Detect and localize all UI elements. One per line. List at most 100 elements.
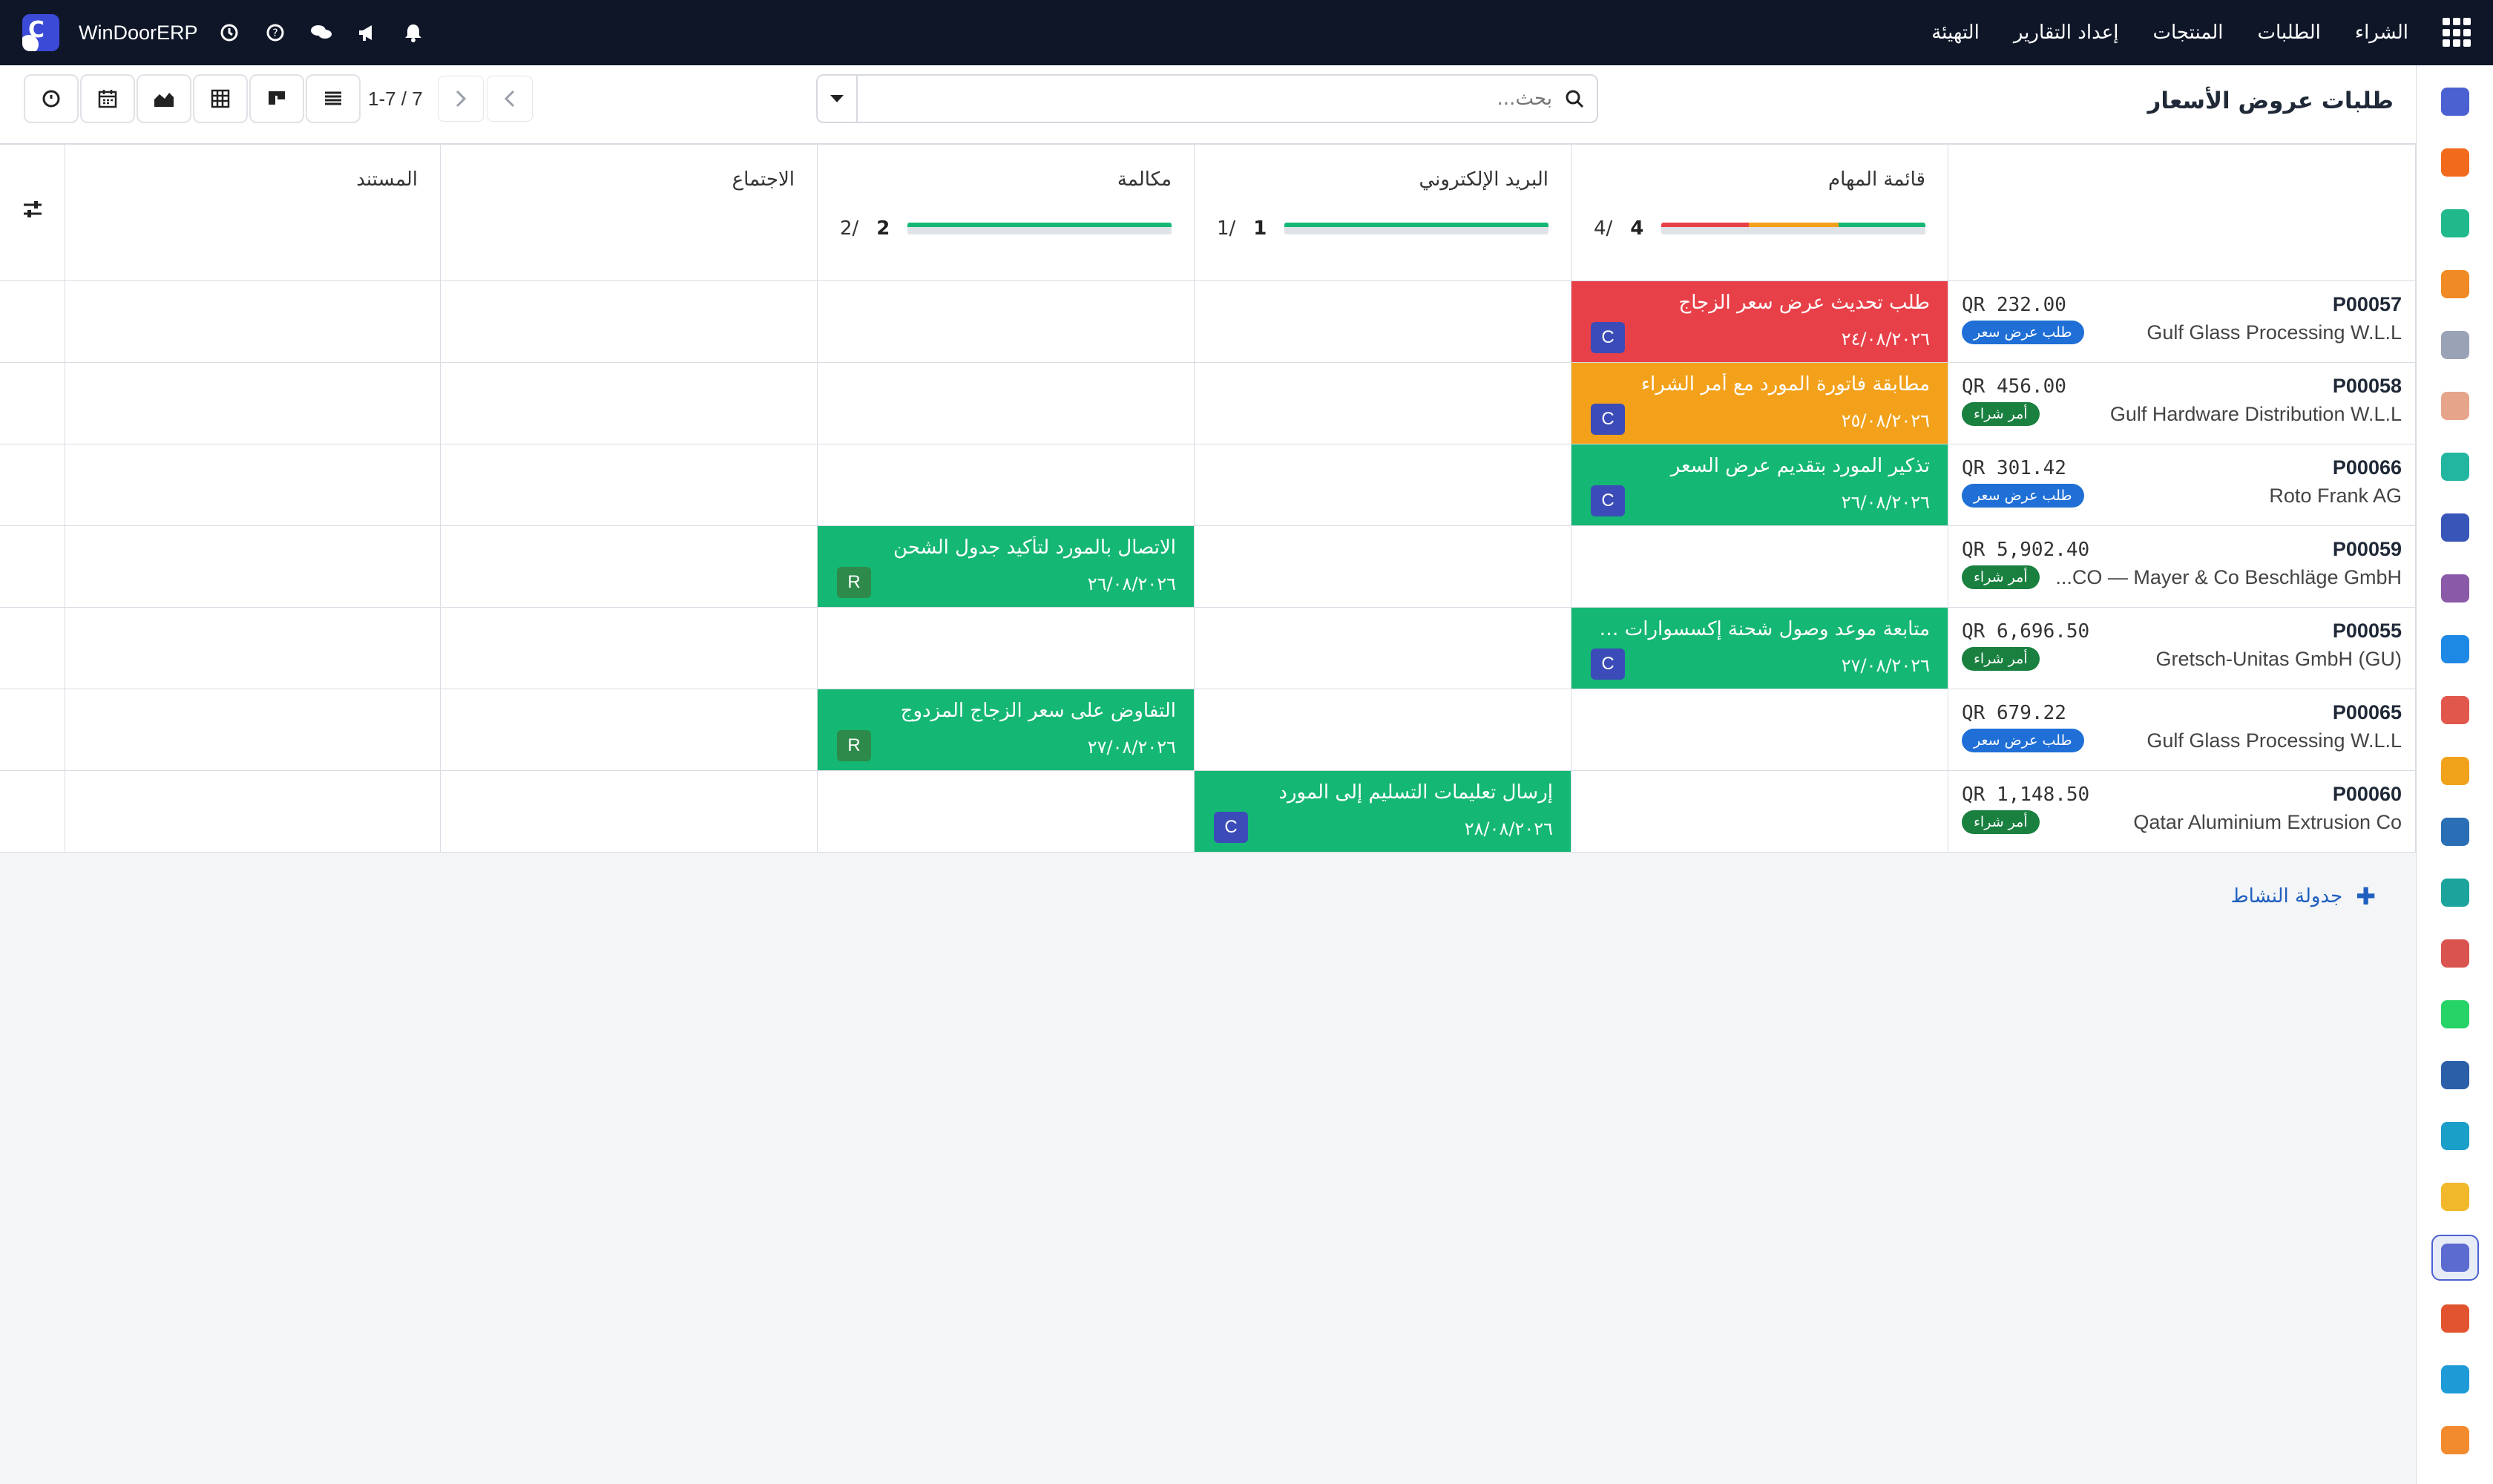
chat-app-icon[interactable]: [2431, 139, 2479, 186]
progress-bar-email[interactable]: [1284, 223, 1548, 234]
user-avatar[interactable]: R: [837, 567, 871, 598]
activity-cell[interactable]: [65, 770, 441, 853]
activity-cell[interactable]: [1194, 280, 1571, 363]
activity-card[interactable]: الاتصال بالمورد لتأكيد جدول الشحن ٢٦/٠٨/٢…: [818, 526, 1194, 607]
menu-configuration[interactable]: التهيئة: [1918, 22, 1993, 44]
progress-bar-todo[interactable]: [1661, 223, 1925, 234]
pager-value[interactable]: 1-7 / 7: [356, 88, 435, 111]
schedule-activity-button[interactable]: ✚ جدولة النشاط: [2231, 882, 2376, 910]
activity-cell[interactable]: التفاوض على سعر الزجاج المزدوج ٢٧/٠٨/٢٠٢٦…: [817, 689, 1195, 771]
activity-cell[interactable]: متابعة موعد وصول شحنة إكسسوارات I-JET...…: [1571, 607, 1948, 689]
user-avatar[interactable]: C: [1591, 649, 1625, 680]
activity-cell[interactable]: الاتصال بالمورد لتأكيد جدول الشحن ٢٦/٠٨/٢…: [817, 525, 1195, 608]
user-avatar[interactable]: C: [1591, 322, 1625, 353]
activity-cell[interactable]: إرسال تعليمات التسليم إلى المورد ٢٨/٠٨/٢٠…: [1194, 770, 1571, 853]
help-icon[interactable]: ?: [260, 18, 290, 47]
website-app-icon[interactable]: [2431, 1113, 2479, 1159]
activity-cell[interactable]: [65, 444, 441, 526]
activity-cell[interactable]: [440, 689, 818, 771]
user-avatar[interactable]: C: [1214, 812, 1248, 843]
pager-prev-button[interactable]: [486, 76, 533, 122]
user-avatar[interactable]: R: [837, 730, 871, 761]
sales-app-icon[interactable]: [2431, 200, 2479, 246]
activity-cell[interactable]: [1571, 770, 1948, 853]
search-input[interactable]: [858, 76, 1552, 122]
user-avatar[interactable]: C: [1591, 404, 1625, 435]
activity-cell[interactable]: [1571, 689, 1948, 771]
clock-icon[interactable]: [214, 18, 244, 47]
activity-cell[interactable]: [440, 607, 818, 689]
dashboard-app-icon[interactable]: [2431, 930, 2479, 976]
column-header-todo[interactable]: قائمة المهام 4 /4: [1571, 144, 1948, 281]
activity-cell[interactable]: [1194, 525, 1571, 608]
record-cell[interactable]: QR 5,902.40 P00059 أمر شراء ...CO — Mayer &…: [1948, 525, 2416, 608]
user-avatar[interactable]: C: [1591, 485, 1625, 516]
record-cell[interactable]: QR 301.42 P00066 طلب عرض سعر Roto Frank AG: [1948, 444, 2416, 526]
activity-cell[interactable]: [440, 770, 818, 853]
studio-app-icon[interactable]: [2431, 1356, 2479, 1402]
search-options-toggle[interactable]: [818, 76, 858, 122]
activity-cell[interactable]: [440, 525, 818, 608]
activity-cell[interactable]: [1571, 525, 1948, 608]
activity-card[interactable]: طلب تحديث عرض سعر الزجاج ٢٤/٠٨/٢٠٢٦ C: [1571, 281, 1948, 362]
manufacturing-app-icon[interactable]: [2431, 1296, 2479, 1342]
search-icon[interactable]: [1552, 76, 1597, 122]
activity-cell[interactable]: [817, 770, 1195, 853]
tasks-app-icon[interactable]: [2431, 444, 2479, 490]
company-name[interactable]: WinDoorERP: [79, 22, 198, 45]
crm-app-icon[interactable]: [2431, 505, 2479, 551]
view-kanban-button[interactable]: [249, 74, 304, 123]
activity-cell[interactable]: [65, 280, 441, 363]
view-activity-button[interactable]: [24, 74, 79, 123]
activity-card[interactable]: مطابقة فاتورة المورد مع أمر الشراء ٢٥/٠٨/…: [1571, 363, 1948, 444]
purchase-app-icon[interactable]: [2431, 1235, 2479, 1281]
record-cell[interactable]: QR 232.00 P00057 طلب عرض سعر Gulf Glass Pro…: [1948, 280, 2416, 363]
products-app-icon[interactable]: [2431, 565, 2479, 611]
activity-cell[interactable]: [65, 607, 441, 689]
activity-cell[interactable]: [1194, 689, 1571, 771]
activity-cell[interactable]: مطابقة فاتورة المورد مع أمر الشراء ٢٥/٠٨/…: [1571, 362, 1948, 444]
record-cell[interactable]: QR 679.22 P00065 طلب عرض سعر Gulf Glass Pro…: [1948, 689, 2416, 771]
progress-bar-call[interactable]: [907, 223, 1172, 234]
record-cell[interactable]: QR 456.00 P00058 أمر شراء Gulf Hardware Dis…: [1948, 362, 2416, 444]
sliders-icon[interactable]: [22, 200, 44, 222]
megaphone-icon[interactable]: [352, 18, 382, 47]
calendar-app-icon[interactable]: [2431, 748, 2479, 794]
activity-cell[interactable]: [1194, 444, 1571, 526]
settings-app-icon[interactable]: [2431, 1417, 2479, 1463]
menu-reporting[interactable]: إعداد التقارير: [2000, 22, 2132, 44]
activity-cell[interactable]: [1194, 607, 1571, 689]
discuss-app-icon[interactable]: [2431, 1052, 2479, 1098]
activity-cell[interactable]: [440, 444, 818, 526]
telegram-app-icon[interactable]: [2431, 1174, 2479, 1220]
activity-cell[interactable]: [65, 525, 441, 608]
activity-cell[interactable]: [1194, 362, 1571, 444]
activity-card[interactable]: التفاوض على سعر الزجاج المزدوج ٢٧/٠٨/٢٠٢٦…: [818, 689, 1194, 770]
menu-products[interactable]: المنتجات: [2139, 22, 2236, 44]
activity-cell[interactable]: [65, 689, 441, 771]
sign-app-icon[interactable]: [2431, 809, 2479, 855]
column-header-document[interactable]: المستند: [65, 144, 441, 281]
activity-cell[interactable]: [817, 607, 1195, 689]
view-calendar-button[interactable]: [80, 74, 135, 123]
activity-card[interactable]: متابعة موعد وصول شحنة إكسسوارات I-JET...…: [1571, 608, 1948, 689]
messages-icon[interactable]: [306, 18, 336, 47]
activity-card[interactable]: إرسال تعليمات التسليم إلى المورد ٢٨/٠٨/٢٠…: [1195, 771, 1571, 852]
invoice-app-icon[interactable]: [2431, 626, 2479, 672]
whatsapp-app-icon[interactable]: [2431, 991, 2479, 1037]
record-cell[interactable]: QR 1,148.50 P00060 أمر شراء Qatar Aluminium…: [1948, 770, 2416, 853]
inventory-app-icon[interactable]: [2431, 322, 2479, 368]
reports-app-icon[interactable]: [2431, 261, 2479, 307]
activity-cell[interactable]: [65, 362, 441, 444]
view-graph-button[interactable]: [137, 74, 191, 123]
pager-next-button[interactable]: [437, 76, 484, 122]
view-pivot-button[interactable]: [193, 74, 248, 123]
record-cell[interactable]: QR 6,696.50 P00055 أمر شراء Gretsch-Unitas …: [1948, 607, 2416, 689]
activity-cell[interactable]: [440, 280, 818, 363]
view-list-button[interactable]: [306, 74, 361, 123]
bell-icon[interactable]: [398, 18, 428, 47]
menu-orders[interactable]: الطلبات: [2244, 22, 2334, 44]
user-avatar[interactable]: C: [22, 14, 59, 51]
activity-cell[interactable]: [817, 444, 1195, 526]
column-header-email[interactable]: البريد الإلكتروني 1 /1: [1194, 144, 1571, 281]
